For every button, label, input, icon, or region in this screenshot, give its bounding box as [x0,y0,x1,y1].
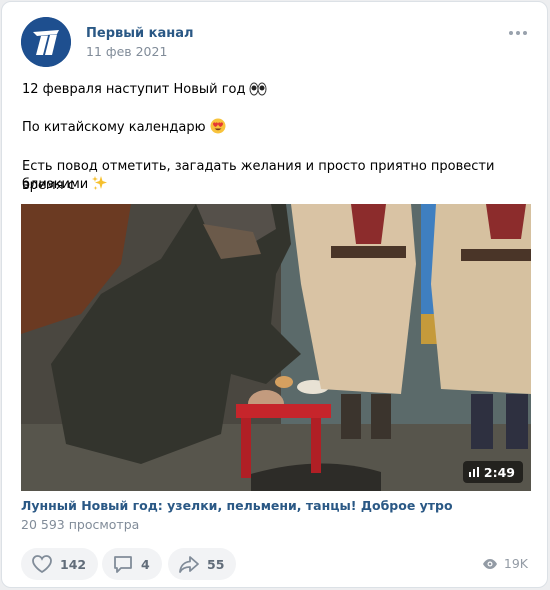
heart-eyes-emoji [210,118,226,140]
post-text-line-4: близкими [22,175,527,197]
eyes-emoji [249,82,267,102]
like-button[interactable]: 142 [21,548,99,580]
like-icon [32,555,52,574]
post-card: Первый канал 11 фев 2021 12 февраля наст… [1,1,548,588]
channel-avatar[interactable] [21,17,71,67]
post-views: 19K [482,556,528,571]
share-button[interactable]: 55 [168,548,237,580]
comment-icon [114,556,132,573]
comment-button[interactable]: 4 [102,548,162,580]
views-eye-icon [482,558,497,569]
video-bars-icon [468,467,479,477]
channel-one-logo-icon [21,17,71,67]
sparkles-emoji [92,175,108,197]
video-player[interactable]: 2:49 [21,204,531,491]
video-duration-badge: 2:49 [462,461,523,483]
post-text-line-1: 12 февраля наступит Новый год [22,80,527,102]
video-thumbnail [21,204,531,491]
more-icon[interactable] [509,30,527,36]
post-date[interactable]: 11 фев 2021 [86,44,167,59]
author-name[interactable]: Первый канал [86,26,194,41]
share-icon [179,556,199,573]
post-text-line-2: По китайскому календарю [22,118,527,140]
video-title-link[interactable]: Лунный Новый год: узелки, пельмени, танц… [21,498,453,513]
video-views: 20 593 просмотра [21,517,140,532]
